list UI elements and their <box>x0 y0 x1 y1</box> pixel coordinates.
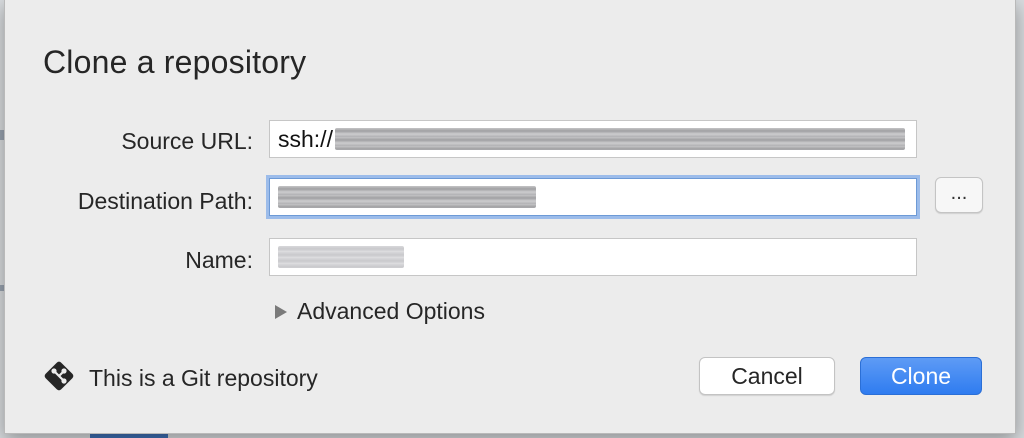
clone-repository-dialog: Clone a repository Source URL: ssh:// De… <box>4 0 1016 434</box>
redacted-name <box>278 246 404 268</box>
source-url-label: Source URL: <box>121 128 253 154</box>
repository-status-text: This is a Git repository <box>89 365 318 391</box>
advanced-options-label: Advanced Options <box>297 298 485 324</box>
dialog-title: Clone a repository <box>43 44 307 80</box>
name-label: Name: <box>185 247 253 273</box>
redacted-destination-path <box>278 186 536 208</box>
advanced-options-disclosure[interactable]: Advanced Options <box>275 298 485 325</box>
name-field[interactable] <box>269 238 917 276</box>
destination-path-label: Destination Path: <box>77 188 253 214</box>
redacted-source-url <box>334 128 905 150</box>
browse-button[interactable]: ... <box>935 177 983 213</box>
cancel-button[interactable]: Cancel <box>699 357 835 395</box>
clone-button[interactable]: Clone <box>860 357 982 395</box>
source-url-field[interactable]: ssh:// <box>269 120 917 158</box>
source-url-value: ssh:// <box>278 125 333 152</box>
background-tab <box>90 434 168 438</box>
disclosure-triangle-icon[interactable] <box>275 304 287 319</box>
destination-path-field[interactable] <box>269 178 917 216</box>
repository-status: This is a Git repository <box>43 360 318 397</box>
git-diamond-icon <box>43 360 75 397</box>
